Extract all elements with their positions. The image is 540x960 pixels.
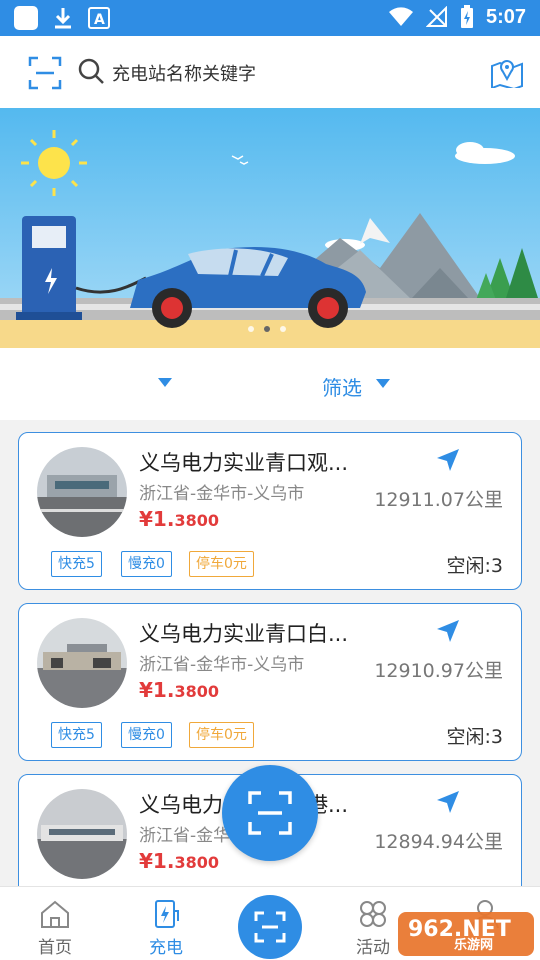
carousel-dot-active[interactable] — [264, 326, 270, 332]
fast-charge-tag: 快充5 — [51, 722, 102, 748]
battery-charging-icon — [460, 5, 473, 28]
svg-text:A: A — [94, 12, 105, 28]
no-signal-icon — [425, 6, 447, 27]
translate-icon: A — [88, 7, 110, 29]
scan-icon[interactable] — [28, 56, 62, 90]
station-price: ¥1.3800 — [139, 507, 219, 531]
clover-icon — [360, 901, 386, 927]
slow-charge-tag: 慢充0 — [121, 551, 172, 577]
home-icon — [41, 900, 69, 928]
station-name: 义乌电力实业青口观... — [139, 451, 349, 475]
station-card[interactable]: 义乌电力实业青口观... 浙江省-金华市-义乌市 ¥1.3800 12911.0… — [18, 432, 522, 590]
station-price: ¥1.3800 — [139, 678, 219, 702]
center-scan-button[interactable] — [238, 895, 302, 959]
search-icon — [78, 58, 104, 84]
banner-carousel[interactable] — [0, 108, 540, 348]
sort-dropdown-caret-icon[interactable] — [158, 378, 172, 387]
filter-caret-icon[interactable] — [376, 379, 390, 388]
scan-icon — [248, 791, 292, 835]
station-card[interactable]: 义乌电力实业青口白... 浙江省-金华市-义乌市 ¥1.3800 12910.9… — [18, 603, 522, 761]
status-time: 5:07 — [485, 5, 526, 28]
navigate-icon[interactable] — [435, 618, 461, 644]
map-location-icon[interactable] — [490, 56, 524, 88]
station-name: 义乌电力实业青口白... — [139, 622, 349, 646]
wifi-icon — [388, 7, 413, 27]
search-bar: 充电站名称关键字 — [0, 36, 540, 108]
fast-charge-tag: 快充5 — [51, 551, 102, 577]
search-input[interactable]: 充电站名称关键字 — [112, 60, 256, 86]
idle-count: 空闲:3 — [446, 726, 504, 748]
floating-scan-button[interactable] — [222, 765, 318, 861]
status-bar: A 5:07 — [0, 0, 540, 36]
tab-charge[interactable]: 充电 — [121, 887, 211, 960]
navigate-icon[interactable] — [435, 789, 461, 815]
station-photo — [37, 447, 127, 537]
carousel-dot[interactable] — [280, 326, 286, 332]
parking-fee-tag: 停车0元 — [189, 551, 254, 577]
watermark-logo: 962.NET 乐游网 — [398, 908, 534, 956]
parking-fee-tag: 停车0元 — [189, 722, 254, 748]
slow-charge-tag: 慢充0 — [121, 722, 172, 748]
filter-bar: 筛选 — [0, 348, 540, 420]
navigate-icon[interactable] — [435, 447, 461, 473]
station-price: ¥1.3800 — [139, 849, 219, 873]
banner-illustration — [0, 108, 540, 348]
download-icon — [55, 8, 71, 29]
carousel-dot[interactable] — [248, 326, 254, 332]
station-photo — [37, 618, 127, 708]
filter-button[interactable]: 筛选 — [322, 372, 362, 401]
idle-count: 空闲:3 — [446, 555, 504, 577]
station-distance: 12894.94公里 — [374, 831, 503, 853]
station-photo — [37, 789, 127, 879]
charging-icon — [155, 900, 179, 928]
station-address: 浙江省-金华市-义乌市 — [139, 484, 305, 504]
station-distance: 12910.97公里 — [374, 660, 503, 682]
carousel-indicator — [248, 326, 286, 332]
tab-home[interactable]: 首页 — [10, 887, 100, 960]
scan-icon — [254, 911, 286, 943]
station-address: 浙江省-金华市-义乌市 — [139, 655, 305, 675]
app-notification-icon — [14, 6, 38, 30]
station-distance: 12911.07公里 — [374, 489, 503, 511]
